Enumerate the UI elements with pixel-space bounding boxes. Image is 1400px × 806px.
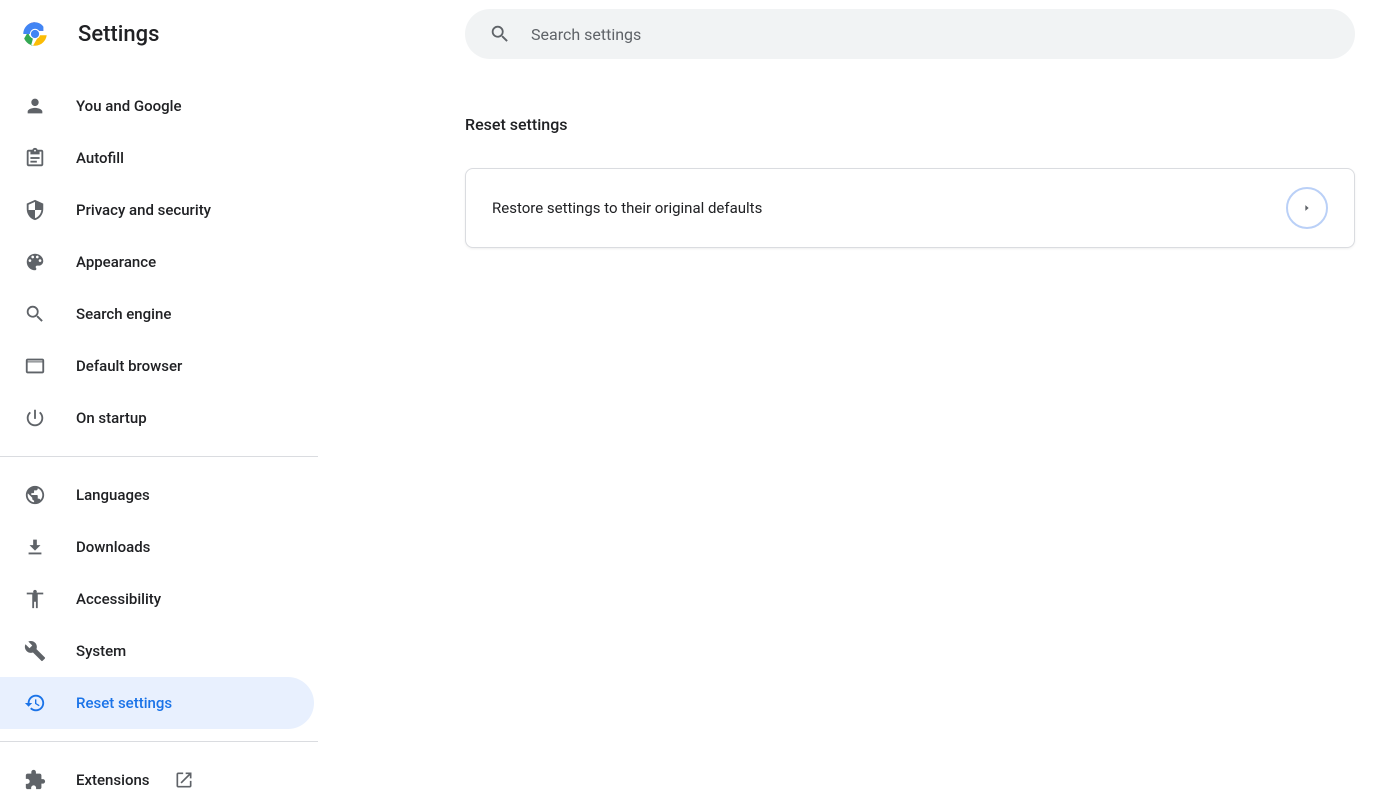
- sidebar-item-autofill[interactable]: Autofill: [0, 132, 314, 184]
- sidebar-item-default-browser[interactable]: Default browser: [0, 340, 314, 392]
- chrome-logo-icon: [22, 21, 48, 47]
- sidebar-item-label: Default browser: [76, 357, 182, 375]
- accessibility-icon: [24, 588, 46, 610]
- sidebar-item-label: Reset settings: [76, 694, 172, 712]
- sidebar-item-label: You and Google: [76, 97, 181, 115]
- sidebar-item-you-and-google[interactable]: You and Google: [0, 80, 314, 132]
- sidebar-item-label: Languages: [76, 486, 150, 504]
- sidebar-item-extensions[interactable]: Extensions: [0, 754, 314, 806]
- browser-icon: [24, 355, 46, 377]
- page-title: Settings: [78, 22, 159, 47]
- open-external-icon: [174, 770, 194, 790]
- search-icon: [24, 303, 46, 325]
- divider: [0, 456, 318, 457]
- sidebar-item-on-startup[interactable]: On startup: [0, 392, 314, 444]
- restore-defaults-row[interactable]: Restore settings to their original defau…: [465, 168, 1355, 248]
- globe-icon: [24, 484, 46, 506]
- person-icon: [24, 95, 46, 117]
- arrow-right-icon: [1302, 203, 1312, 213]
- puzzle-icon: [24, 769, 46, 791]
- sidebar-nav: You and Google Autofill Privacy and secu…: [0, 68, 318, 806]
- wrench-icon: [24, 640, 46, 662]
- download-icon: [24, 536, 46, 558]
- sidebar-item-label: System: [76, 642, 126, 660]
- sidebar-item-downloads[interactable]: Downloads: [0, 521, 314, 573]
- clipboard-icon: [24, 147, 46, 169]
- sidebar-item-accessibility[interactable]: Accessibility: [0, 573, 314, 625]
- divider: [0, 741, 318, 742]
- search-icon: [489, 23, 511, 45]
- sidebar-item-label: Autofill: [76, 149, 124, 167]
- shield-icon: [24, 199, 46, 221]
- sidebar-item-privacy-security[interactable]: Privacy and security: [0, 184, 314, 236]
- sidebar-item-label: Privacy and security: [76, 201, 211, 219]
- sidebar-item-search-engine[interactable]: Search engine: [0, 288, 314, 340]
- sidebar-item-label: Extensions: [76, 771, 150, 789]
- sidebar-item-label: Search engine: [76, 305, 171, 323]
- main-content: Reset settings Restore settings to their…: [318, 68, 1400, 806]
- search-settings-bar[interactable]: [465, 9, 1355, 59]
- sidebar-item-languages[interactable]: Languages: [0, 469, 314, 521]
- sidebar-item-system[interactable]: System: [0, 625, 314, 677]
- section-title: Reset settings: [465, 115, 1400, 134]
- palette-icon: [24, 251, 46, 273]
- card-label: Restore settings to their original defau…: [492, 199, 762, 217]
- history-icon: [24, 692, 46, 714]
- arrow-right-button[interactable]: [1286, 187, 1328, 229]
- sidebar-item-label: Appearance: [76, 253, 156, 271]
- sidebar-item-label: Accessibility: [76, 590, 161, 608]
- sidebar-item-label: Downloads: [76, 538, 150, 556]
- power-icon: [24, 407, 46, 429]
- sidebar-item-appearance[interactable]: Appearance: [0, 236, 314, 288]
- search-input[interactable]: [531, 25, 1331, 44]
- sidebar-item-label: On startup: [76, 409, 147, 427]
- sidebar-item-reset-settings[interactable]: Reset settings: [0, 677, 314, 729]
